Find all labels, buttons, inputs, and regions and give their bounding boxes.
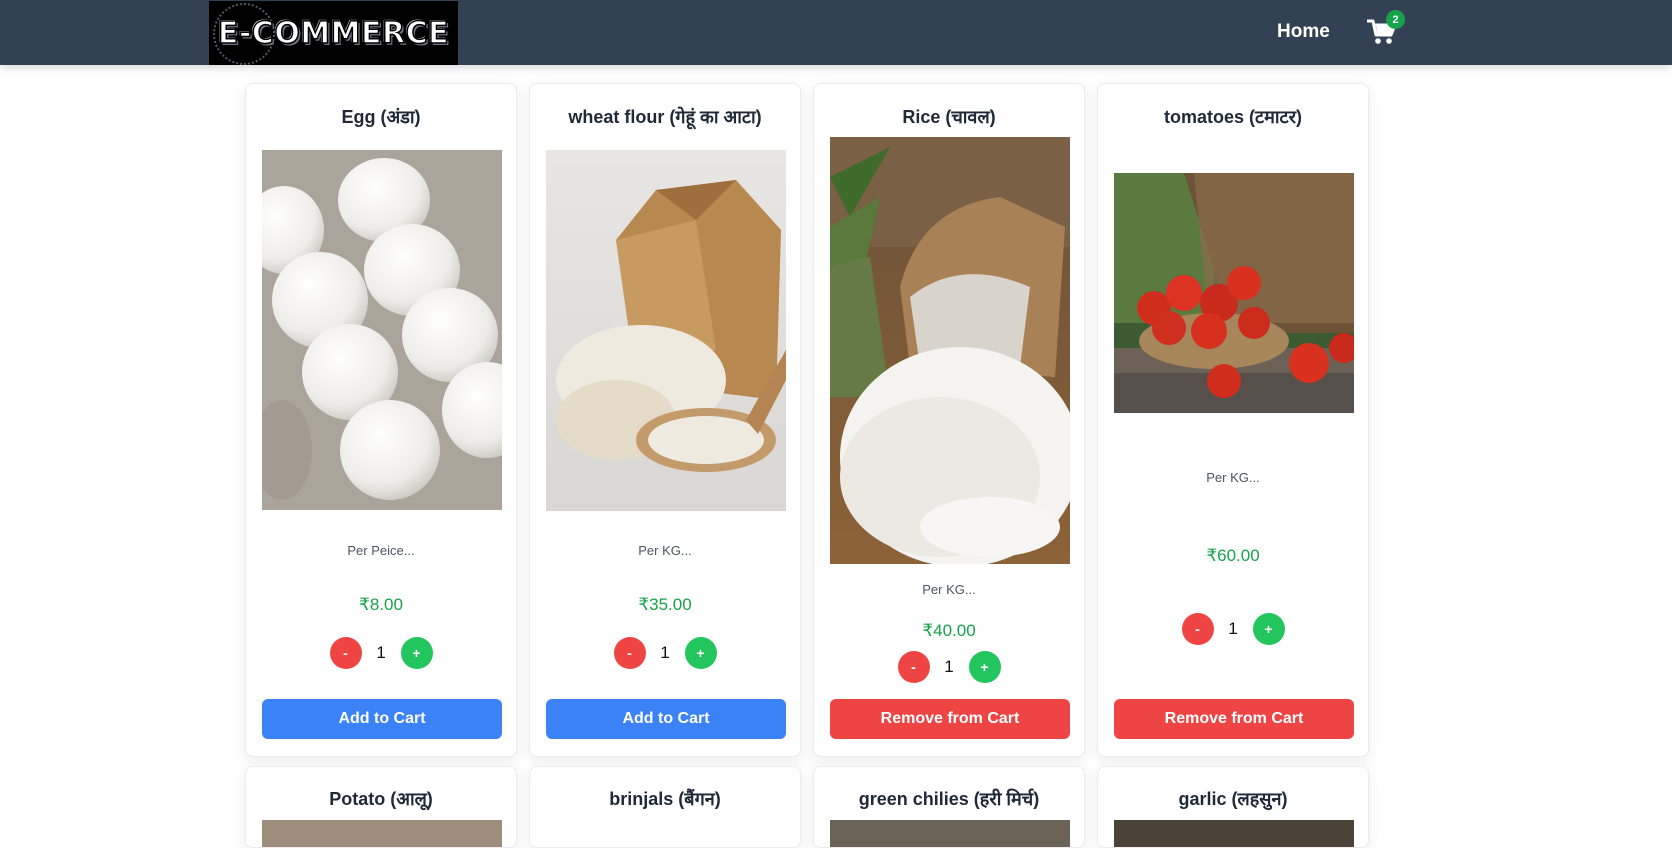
decrease-quantity-button[interactable]: -: [329, 637, 362, 669]
cart-count-badge: 2: [1386, 10, 1405, 29]
product-title: tomatoes (टमाटर): [1164, 107, 1302, 127]
product-image-eggs: [262, 150, 502, 510]
quantity-value: 1: [944, 657, 954, 676]
product-image-tomatoes: [1114, 173, 1354, 413]
product-card-egg: Egg (अंडा) Per Peice... ₹8.00 - 1 + Add: [245, 83, 517, 757]
product-price: ₹60.00: [1206, 546, 1260, 565]
quantity-control: - 1 +: [814, 651, 1084, 683]
product-title: garlic (लहसुन): [1178, 789, 1288, 809]
decrease-quantity-button[interactable]: -: [613, 637, 646, 669]
product-image-flour: [546, 150, 786, 511]
product-title: brinjals (बैंगन): [609, 789, 721, 809]
quantity-value: 1: [376, 643, 386, 662]
increase-quantity-button[interactable]: +: [684, 637, 717, 669]
increase-quantity-button[interactable]: +: [968, 651, 1001, 683]
quantity-control: - 1 +: [246, 637, 516, 669]
product-title: Egg (अंडा): [341, 107, 421, 127]
product-price: ₹40.00: [922, 621, 976, 640]
product-image-potato: [262, 820, 502, 847]
product-description: Per KG...: [638, 543, 692, 558]
remove-from-cart-button[interactable]: Remove from Cart: [830, 699, 1070, 739]
quantity-value: 1: [660, 643, 670, 662]
navbar: E-COMMERCE Home 2: [0, 0, 1672, 65]
logo-text: E-COMMERCE: [217, 15, 450, 52]
product-description: Per KG...: [1206, 470, 1260, 485]
product-card-brinjals: brinjals (बैंगन): [529, 766, 801, 848]
brand-logo[interactable]: E-COMMERCE: [209, 1, 458, 65]
nav-home-link[interactable]: Home: [1277, 21, 1330, 43]
product-card-garlic: garlic (लहसुन): [1097, 766, 1369, 848]
add-to-cart-button[interactable]: Add to Cart: [262, 699, 502, 739]
product-card-potato: Potato (आलू): [245, 766, 517, 848]
increase-quantity-button[interactable]: +: [1252, 613, 1285, 645]
quantity-control: - 1 +: [530, 637, 800, 669]
product-card-rice: Rice (चावल) Per KG... ₹40.00 - 1 + Remov…: [813, 83, 1085, 757]
product-price: ₹8.00: [359, 595, 403, 614]
product-title: Potato (आलू): [329, 789, 433, 809]
product-card-wheat-flour: wheat flour (गेहूं का आटा) Per KG... ₹35…: [529, 83, 801, 757]
product-title: Rice (चावल): [902, 107, 996, 127]
product-image-garlic: [1114, 820, 1354, 847]
add-to-cart-button[interactable]: Add to Cart: [546, 699, 786, 739]
increase-quantity-button[interactable]: +: [400, 637, 433, 669]
product-description: Per KG...: [922, 582, 976, 597]
quantity-control: - 1 +: [1098, 613, 1368, 645]
product-price: ₹35.00: [638, 595, 692, 614]
remove-from-cart-button[interactable]: Remove from Cart: [1114, 699, 1354, 739]
product-description: Per Peice...: [347, 543, 415, 558]
product-title: wheat flour (गेहूं का आटा): [568, 107, 762, 127]
product-card-green-chilies: green chilies (हरी मिर्च): [813, 766, 1085, 848]
decrease-quantity-button[interactable]: -: [1181, 613, 1214, 645]
product-image-green-chilies: [830, 820, 1070, 847]
product-title: green chilies (हरी मिर्च): [858, 789, 1040, 809]
product-image-rice: [830, 137, 1070, 564]
quantity-value: 1: [1228, 619, 1238, 638]
product-card-tomatoes: tomatoes (टमाटर) Per KG... ₹60.00 - 1 + …: [1097, 83, 1369, 757]
decrease-quantity-button[interactable]: -: [897, 651, 930, 683]
